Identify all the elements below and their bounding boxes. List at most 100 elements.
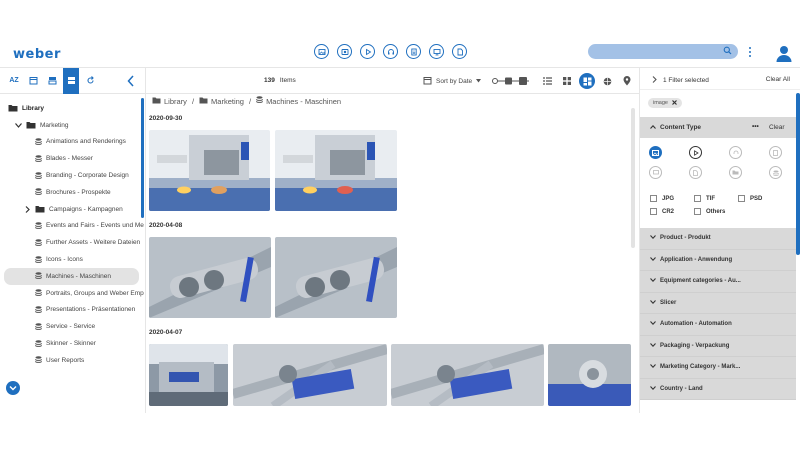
asset-thumbnail[interactable] (149, 344, 228, 406)
tree-item[interactable]: Branding - Corporate Design (0, 167, 145, 184)
map-pin-icon[interactable] (619, 73, 635, 89)
tree-item[interactable]: Machines - Maschinen (4, 267, 139, 285)
tree-item[interactable]: Animations and Renderings (0, 134, 145, 151)
more-options-icon[interactable] (748, 45, 752, 63)
date-group-heading: 2020-04-08 (149, 222, 183, 229)
tree-item[interactable]: Brochures - Prospekte (0, 184, 145, 201)
stack-folder-icon (35, 356, 42, 364)
calendar-icon[interactable] (25, 68, 41, 94)
refresh-icon[interactable] (82, 68, 98, 94)
tree-item[interactable]: User Reports (0, 352, 145, 369)
grid-scrollbar[interactable] (631, 108, 635, 248)
tree-item[interactable]: Events and Fairs - Events und Me (0, 218, 145, 235)
asset-thumbnail[interactable] (275, 237, 397, 318)
content-type-header[interactable]: Content Type ••• Clear (640, 117, 796, 138)
sort-dropdown[interactable]: Sort by Date (423, 76, 482, 87)
sort-az-icon[interactable]: AZ (6, 68, 22, 94)
close-icon[interactable] (672, 99, 677, 107)
folder-icon (35, 205, 45, 213)
chevron-right-icon[interactable] (652, 76, 657, 85)
video-icon[interactable] (360, 44, 375, 59)
weber-logo[interactable]: weber (13, 47, 61, 62)
scroll-down-icon[interactable] (6, 381, 20, 395)
folder-icon (152, 97, 161, 106)
chevron-right-icon[interactable] (25, 205, 30, 213)
user-avatar-icon[interactable] (775, 44, 793, 67)
tree-item-marketing[interactable]: Marketing (0, 117, 145, 134)
file-icon[interactable] (452, 44, 467, 59)
folder-type-icon[interactable] (729, 166, 742, 179)
asset-thumbnail[interactable] (233, 344, 387, 406)
tree-item[interactable]: Presentations - Präsentationen (0, 302, 145, 319)
facet-header[interactable]: Marketing Category - Mark... (640, 357, 796, 379)
format-checkbox-tif[interactable]: TIF (694, 195, 715, 202)
facet-header[interactable]: Equipment categories - Au... (640, 271, 796, 293)
breadcrumb-library[interactable]: Library (164, 97, 187, 106)
format-checkbox-psd[interactable]: PSD (738, 195, 762, 202)
format-checkbox-others[interactable]: Others (694, 208, 725, 215)
stack-icon[interactable] (44, 68, 60, 94)
asset-thumbnail[interactable] (548, 344, 631, 406)
video-type-icon[interactable] (689, 146, 702, 159)
thumbnail-size-slider[interactable] (491, 76, 531, 88)
images-icon[interactable] (314, 44, 329, 59)
filter-scrollbar[interactable] (796, 93, 800, 255)
facet-header[interactable]: Country - Land (640, 378, 796, 400)
mosaic-icon[interactable] (579, 73, 595, 89)
facet-header[interactable]: Application - Anwendung (640, 249, 796, 271)
collapse-left-icon[interactable] (127, 74, 135, 92)
photo-icon[interactable] (337, 44, 352, 59)
breadcrumb-marketing[interactable]: Marketing (211, 97, 244, 106)
tree-item[interactable]: Service - Service (0, 318, 145, 335)
presentation-icon[interactable] (429, 44, 444, 59)
tree-item[interactable]: Skinner - Skinner (0, 335, 145, 352)
tree-item-label: Campaigns - Kampagnen (49, 205, 123, 213)
search-icon[interactable] (723, 46, 732, 55)
image-type-icon[interactable] (649, 146, 662, 159)
more-options-icon[interactable]: ••• (752, 123, 759, 130)
tree-item[interactable]: Blades - Messer (0, 150, 145, 167)
facet-header[interactable]: Automation - Automation (640, 314, 796, 336)
tree-item[interactable]: Icons - Icons (0, 251, 145, 268)
tree-item-label: Skinner - Skinner (46, 340, 96, 348)
file-type-icon[interactable] (689, 166, 702, 179)
filters-selected[interactable]: 1 Filter selected (652, 76, 709, 85)
document-icon[interactable] (406, 44, 421, 59)
facet-header[interactable]: Packaging - Verpackung (640, 335, 796, 357)
clear-link[interactable]: Clear (769, 124, 785, 131)
audio-type-icon[interactable] (729, 146, 742, 159)
format-label: CR2 (662, 208, 675, 215)
asset-thumbnail[interactable] (149, 237, 271, 318)
facet-label: Country - Land (660, 385, 703, 392)
tree-item[interactable]: Campaigns - Kampagnen (0, 201, 145, 218)
asset-thumbnail[interactable] (149, 130, 270, 211)
chevron-down-icon (650, 256, 656, 263)
clear-all-link[interactable]: Clear All (766, 76, 790, 83)
tree-item-library[interactable]: Library (0, 100, 145, 117)
tree-item[interactable]: Further Assets - Weitere Dateien (0, 234, 145, 251)
folder-scrollbar[interactable] (141, 98, 144, 218)
facet-label: Packaging - Verpackung (660, 342, 730, 349)
tree-item[interactable]: Portraits, Groups and Weber Emp (0, 285, 145, 302)
globe-icon[interactable] (599, 73, 615, 89)
asset-thumbnail[interactable] (275, 130, 397, 211)
chevron-down-icon[interactable] (15, 122, 22, 128)
asset-thumbnail[interactable] (391, 344, 544, 406)
tree-item-label: Branding - Corporate Design (46, 172, 129, 180)
caret-down-icon (476, 78, 482, 85)
facet-header[interactable]: Slicer (640, 292, 796, 314)
stack-type-icon[interactable] (769, 166, 782, 179)
list-view-icon[interactable] (63, 67, 79, 94)
breadcrumb-separator: / (191, 96, 195, 106)
chevron-down-icon (650, 278, 656, 284)
document-type-icon[interactable] (769, 146, 782, 159)
search-input[interactable] (588, 44, 738, 59)
format-checkbox-jpg[interactable]: JPG (650, 195, 674, 202)
facet-header[interactable]: Product - Produkt (640, 228, 796, 250)
presentation-type-icon[interactable] (649, 166, 662, 179)
audio-icon[interactable] (383, 44, 398, 59)
format-checkbox-cr2[interactable]: CR2 (650, 208, 674, 215)
list-icon[interactable] (539, 73, 555, 89)
grid-icon[interactable] (559, 73, 575, 89)
stack-folder-icon (35, 239, 42, 247)
